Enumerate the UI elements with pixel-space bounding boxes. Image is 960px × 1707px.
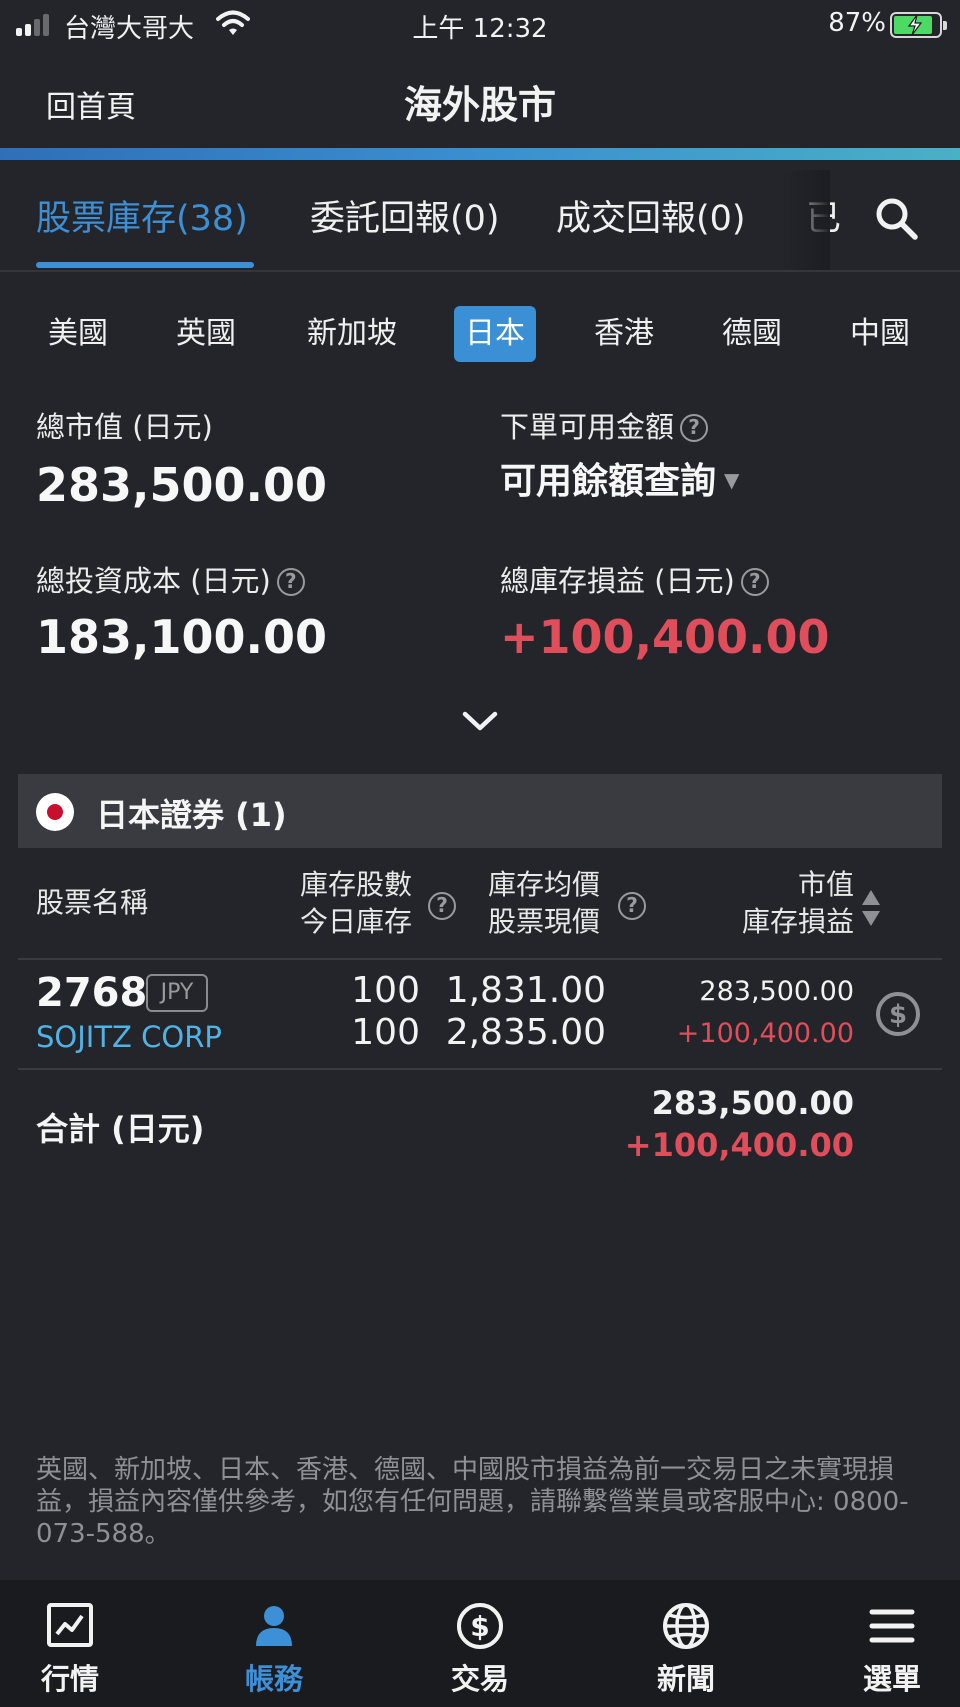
- market-chip-japan[interactable]: 日本: [454, 306, 536, 362]
- row-market-value: 283,500.00: [699, 976, 854, 1007]
- help-icon[interactable]: ?: [680, 414, 709, 442]
- average-price: 1,831.00: [445, 970, 606, 1011]
- header-accent-bar: [0, 148, 960, 160]
- bottom-tab-trade[interactable]: $ 交易: [410, 1580, 550, 1707]
- market-selector: 美國 英國 新加坡 日本 香港 德國 中國: [0, 306, 960, 362]
- search-icon[interactable]: [872, 194, 920, 242]
- globe-icon: [663, 1603, 709, 1649]
- column-header-shares-line1: 庫存股數: [300, 868, 413, 901]
- market-value: 283,500.00: [36, 458, 328, 512]
- market-chip-us[interactable]: 美國: [40, 306, 116, 362]
- total-pnl: +100,400.00: [500, 610, 830, 664]
- total-row-pnl: +100,400.00: [624, 1126, 854, 1164]
- disclaimer-text: 英國、新加坡、日本、香港、德國、中國股市損益為前一交易日之未實現損益，損益內容僅…: [36, 1455, 909, 1549]
- investment-cost-label-group: 總投資成本 (日元)?: [36, 558, 305, 600]
- column-header-price-line2: 股票現價: [488, 905, 601, 938]
- tab-bar: 股票庫存(38) 委託回報(0) 成交回報(0) 已: [0, 160, 960, 272]
- market-chip-hongkong[interactable]: 香港: [586, 306, 662, 362]
- available-amount-label: 下單可用金額: [500, 410, 675, 444]
- help-icon[interactable]: ?: [428, 892, 456, 920]
- svg-text:$: $: [889, 1000, 907, 1030]
- bottom-tab-menu[interactable]: 選單: [822, 1580, 960, 1707]
- bottom-tab-account[interactable]: 帳務: [204, 1580, 344, 1707]
- bottom-tab-label: 帳務: [244, 1662, 303, 1696]
- divider: [18, 958, 942, 960]
- tab-scroll-fade: [780, 170, 830, 270]
- bottom-tab-label: 新聞: [656, 1662, 715, 1696]
- help-icon[interactable]: ?: [740, 568, 769, 596]
- market-chip-uk[interactable]: 英國: [168, 306, 244, 362]
- app-screen: 台灣大哥大 上午 12:32 87% 回首頁 海外股市 股票庫存(38) 委託回…: [0, 0, 960, 1707]
- row-pnl: +100,400.00: [676, 1018, 854, 1049]
- balance-query-label: 可用餘額查詢: [500, 461, 717, 502]
- total-label: 合計 (日元): [36, 1110, 205, 1148]
- holding-shares: 100: [351, 970, 420, 1011]
- column-header-price[interactable]: 庫存均價 股票現價: [488, 866, 600, 940]
- tab-stock-holdings[interactable]: 股票庫存(38): [36, 190, 248, 241]
- broker-name: 日本證券 (1): [96, 796, 287, 834]
- current-price: 2,835.00: [445, 1012, 606, 1053]
- chevron-down-icon[interactable]: [460, 706, 500, 736]
- battery-icon: [890, 12, 947, 38]
- bottom-tab-quotes[interactable]: 行情: [0, 1580, 140, 1707]
- japan-flag-icon: [36, 793, 74, 831]
- column-header-value-line2: 庫存損益: [741, 905, 854, 938]
- battery-percent: 87%: [828, 8, 886, 38]
- dollar-icon: $: [457, 1603, 503, 1649]
- column-header-value[interactable]: 市值 庫存損益: [742, 866, 854, 940]
- currency-badge: JPY: [146, 974, 208, 1012]
- column-header-shares-line2: 今日庫存: [300, 905, 413, 938]
- stock-code: 2768: [36, 970, 148, 1016]
- active-tab-indicator: [36, 262, 254, 268]
- menu-icon: [869, 1609, 915, 1643]
- sort-icon[interactable]: [860, 888, 882, 928]
- today-shares: 100: [351, 1012, 420, 1053]
- column-header-name: 股票名稱: [36, 886, 149, 919]
- svg-text:$: $: [470, 1610, 489, 1643]
- bottom-tab-label: 交易: [450, 1662, 509, 1696]
- tab-order-reports[interactable]: 委託回報(0): [310, 190, 500, 241]
- help-icon[interactable]: ?: [618, 892, 646, 920]
- investment-cost-label: 總投資成本 (日元): [36, 564, 271, 598]
- stock-name: SOJITZ CORP: [36, 1020, 222, 1054]
- chart-icon: [47, 1603, 93, 1647]
- market-chip-germany[interactable]: 德國: [714, 306, 790, 362]
- total-pnl-label: 總庫存損益 (日元): [500, 564, 735, 598]
- bottom-tab-label: 行情: [40, 1662, 99, 1696]
- total-pnl-label-group: 總庫存損益 (日元)?: [500, 558, 769, 600]
- caret-down-icon: ▼: [724, 468, 740, 492]
- total-market-value: 283,500.00: [651, 1084, 854, 1122]
- bottom-tab-news[interactable]: 新聞: [616, 1580, 756, 1707]
- balance-query-dropdown[interactable]: 可用餘額查詢 ▼: [500, 452, 739, 504]
- tab-trade-reports[interactable]: 成交回報(0): [556, 190, 746, 241]
- column-header-price-line1: 庫存均價: [488, 868, 601, 901]
- investment-cost: 183,100.00: [36, 610, 328, 664]
- column-header-shares[interactable]: 庫存股數 今日庫存: [300, 866, 412, 940]
- bottom-tab-label: 選單: [862, 1662, 921, 1696]
- help-icon[interactable]: ?: [276, 568, 305, 596]
- status-bar: 台灣大哥大 上午 12:32 87%: [0, 0, 960, 48]
- nav-header: 回首頁 海外股市: [0, 52, 960, 146]
- market-chip-singapore[interactable]: 新加坡: [302, 306, 402, 362]
- person-icon: [256, 1606, 292, 1646]
- clock: 上午 12:32: [412, 14, 548, 44]
- market-value-label: 總市值 (日元): [36, 410, 213, 444]
- broker-section-header[interactable]: 日本證券 (1): [18, 774, 942, 848]
- divider: [18, 1068, 942, 1070]
- column-header-value-line1: 市值: [797, 868, 854, 901]
- page-title: 海外股市: [403, 83, 556, 127]
- market-chip-china[interactable]: 中國: [842, 306, 918, 362]
- dollar-circle-icon[interactable]: $: [874, 990, 922, 1038]
- available-amount-label-group: 下單可用金額?: [500, 404, 709, 446]
- bottom-tab-bar: 行情 帳務 $ 交易 新聞 選單: [0, 1580, 960, 1707]
